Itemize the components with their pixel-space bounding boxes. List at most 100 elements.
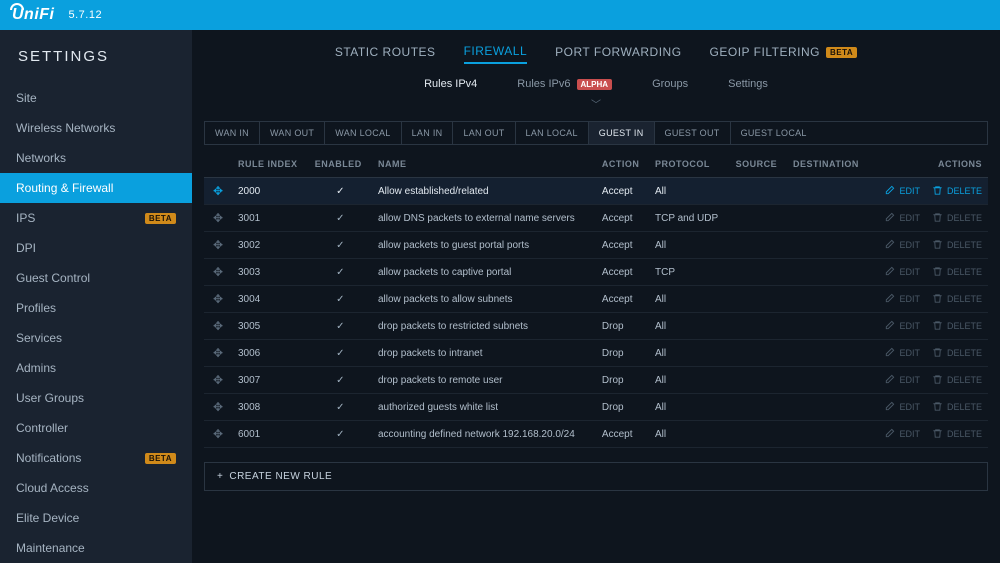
- drag-handle-icon[interactable]: ✥: [204, 286, 232, 313]
- delete-button[interactable]: DELETE: [932, 266, 982, 279]
- beta-badge: BETA: [826, 47, 857, 58]
- sidebar-item-routing-firewall[interactable]: Routing & Firewall: [0, 173, 192, 203]
- drag-handle-icon[interactable]: ✥: [204, 205, 232, 232]
- table-row[interactable]: ✥2000✓Allow established/relatedAcceptAll…: [204, 178, 988, 205]
- iface-tab-wan-local[interactable]: WAN LOCAL: [325, 122, 401, 144]
- table-row[interactable]: ✥3004✓allow packets to allow subnetsAcce…: [204, 286, 988, 313]
- delete-label: DELETE: [947, 375, 982, 385]
- sidebar-item-label: Guest Control: [16, 271, 90, 285]
- delete-button[interactable]: DELETE: [932, 401, 982, 414]
- cell-source: [730, 178, 787, 205]
- sidebar-item-label: Networks: [16, 151, 66, 165]
- drag-handle-icon[interactable]: ✥: [204, 367, 232, 394]
- cell-rule-index: 3004: [232, 286, 309, 313]
- drag-handle-icon[interactable]: ✥: [204, 394, 232, 421]
- tab-label: STATIC ROUTES: [335, 45, 436, 59]
- sidebar-item-label: DPI: [16, 241, 36, 255]
- table-row[interactable]: ✥3001✓allow DNS packets to external name…: [204, 205, 988, 232]
- sidebar-item-user-groups[interactable]: User Groups: [0, 383, 192, 413]
- drag-handle-icon[interactable]: ✥: [204, 421, 232, 448]
- edit-button[interactable]: EDIT: [884, 212, 920, 225]
- drag-handle-icon[interactable]: ✥: [204, 313, 232, 340]
- cell-protocol: All: [649, 340, 730, 367]
- main-tabs: STATIC ROUTES FIREWALL PORT FORWARDING GEOI…: [192, 30, 1000, 72]
- delete-label: DELETE: [947, 240, 982, 250]
- table-row[interactable]: ✥3007✓drop packets to remote userDropAll…: [204, 367, 988, 394]
- table-row[interactable]: ✥3005✓drop packets to restricted subnets…: [204, 313, 988, 340]
- sidebar-item-maintenance[interactable]: Maintenance: [0, 533, 192, 563]
- chevron-down-icon[interactable]: ﹀: [192, 96, 1000, 115]
- iface-tab-lan-local[interactable]: LAN LOCAL: [516, 122, 589, 144]
- tab-port-forwarding[interactable]: PORT FORWARDING: [555, 44, 681, 64]
- col-name[interactable]: NAME: [372, 151, 596, 178]
- table-row[interactable]: ✥3003✓allow packets to captive portalAcc…: [204, 259, 988, 286]
- cell-source: [730, 313, 787, 340]
- trash-icon: [932, 239, 943, 252]
- delete-button[interactable]: DELETE: [932, 212, 982, 225]
- subtab-rules-ipv4[interactable]: Rules IPv4: [424, 78, 477, 90]
- edit-button[interactable]: EDIT: [884, 347, 920, 360]
- edit-button[interactable]: EDIT: [884, 320, 920, 333]
- tab-static-routes[interactable]: STATIC ROUTES: [335, 44, 436, 64]
- cell-rule-index: 3001: [232, 205, 309, 232]
- subtab-settings[interactable]: Settings: [728, 78, 768, 90]
- iface-tab-guest-in[interactable]: GUEST IN: [589, 122, 655, 144]
- delete-button[interactable]: DELETE: [932, 293, 982, 306]
- delete-button[interactable]: DELETE: [932, 185, 982, 198]
- sidebar-item-wireless-networks[interactable]: Wireless Networks: [0, 113, 192, 143]
- subtab-groups[interactable]: Groups: [652, 78, 688, 90]
- delete-button[interactable]: DELETE: [932, 239, 982, 252]
- delete-label: DELETE: [947, 321, 982, 331]
- tab-geoip-filtering[interactable]: GEOIP FILTERINGBETA: [710, 44, 858, 64]
- edit-button[interactable]: EDIT: [884, 293, 920, 306]
- iface-tab-wan-in[interactable]: WAN IN: [205, 122, 260, 144]
- col-rule-index[interactable]: RULE INDEX: [232, 151, 309, 178]
- drag-handle-icon[interactable]: ✥: [204, 178, 232, 205]
- edit-button[interactable]: EDIT: [884, 401, 920, 414]
- edit-button[interactable]: EDIT: [884, 374, 920, 387]
- edit-button[interactable]: EDIT: [884, 428, 920, 441]
- iface-tab-wan-out[interactable]: WAN OUT: [260, 122, 325, 144]
- sidebar-item-profiles[interactable]: Profiles: [0, 293, 192, 323]
- sidebar-item-ips[interactable]: IPSBETA: [0, 203, 192, 233]
- iface-tab-lan-in[interactable]: LAN IN: [402, 122, 454, 144]
- iface-tab-guest-out[interactable]: GUEST OUT: [655, 122, 731, 144]
- drag-handle-icon[interactable]: ✥: [204, 232, 232, 259]
- iface-tab-lan-out[interactable]: LAN OUT: [453, 122, 515, 144]
- delete-button[interactable]: DELETE: [932, 347, 982, 360]
- sidebar-item-guest-control[interactable]: Guest Control: [0, 263, 192, 293]
- sidebar-item-dpi[interactable]: DPI: [0, 233, 192, 263]
- subtab-rules-ipv6[interactable]: Rules IPv6ALPHA: [517, 78, 612, 90]
- drag-handle-icon[interactable]: ✥: [204, 259, 232, 286]
- sidebar-item-elite-device[interactable]: Elite Device: [0, 503, 192, 533]
- table-row[interactable]: ✥3006✓drop packets to intranetDropAllEDI…: [204, 340, 988, 367]
- edit-button[interactable]: EDIT: [884, 266, 920, 279]
- create-new-rule-button[interactable]: + CREATE NEW RULE: [204, 462, 988, 491]
- sidebar-item-controller[interactable]: Controller: [0, 413, 192, 443]
- table-row[interactable]: ✥3002✓allow packets to guest portal port…: [204, 232, 988, 259]
- table-row[interactable]: ✥6001✓accounting defined network 192.168…: [204, 421, 988, 448]
- col-destination[interactable]: DESTINATION: [787, 151, 870, 178]
- sidebar-item-site[interactable]: Site: [0, 83, 192, 113]
- sidebar-item-label: Services: [16, 331, 62, 345]
- col-action[interactable]: ACTION: [596, 151, 649, 178]
- delete-button[interactable]: DELETE: [932, 320, 982, 333]
- sidebar-item-notifications[interactable]: NotificationsBETA: [0, 443, 192, 473]
- cell-enabled: ✓: [309, 394, 372, 421]
- edit-button[interactable]: EDIT: [884, 239, 920, 252]
- col-source[interactable]: SOURCE: [730, 151, 787, 178]
- delete-button[interactable]: DELETE: [932, 428, 982, 441]
- sidebar-item-admins[interactable]: Admins: [0, 353, 192, 383]
- drag-handle-icon[interactable]: ✥: [204, 340, 232, 367]
- iface-tab-guest-local[interactable]: GUEST LOCAL: [731, 122, 817, 144]
- sidebar-item-cloud-access[interactable]: Cloud Access: [0, 473, 192, 503]
- sidebar-item-networks[interactable]: Networks: [0, 143, 192, 173]
- edit-button[interactable]: EDIT: [884, 185, 920, 198]
- sidebar-item-label: Admins: [16, 361, 56, 375]
- col-enabled[interactable]: ENABLED: [309, 151, 372, 178]
- table-row[interactable]: ✥3008✓authorized guests white listDropAl…: [204, 394, 988, 421]
- tab-firewall[interactable]: FIREWALL: [464, 44, 528, 64]
- delete-button[interactable]: DELETE: [932, 374, 982, 387]
- col-protocol[interactable]: PROTOCOL: [649, 151, 730, 178]
- sidebar-item-services[interactable]: Services: [0, 323, 192, 353]
